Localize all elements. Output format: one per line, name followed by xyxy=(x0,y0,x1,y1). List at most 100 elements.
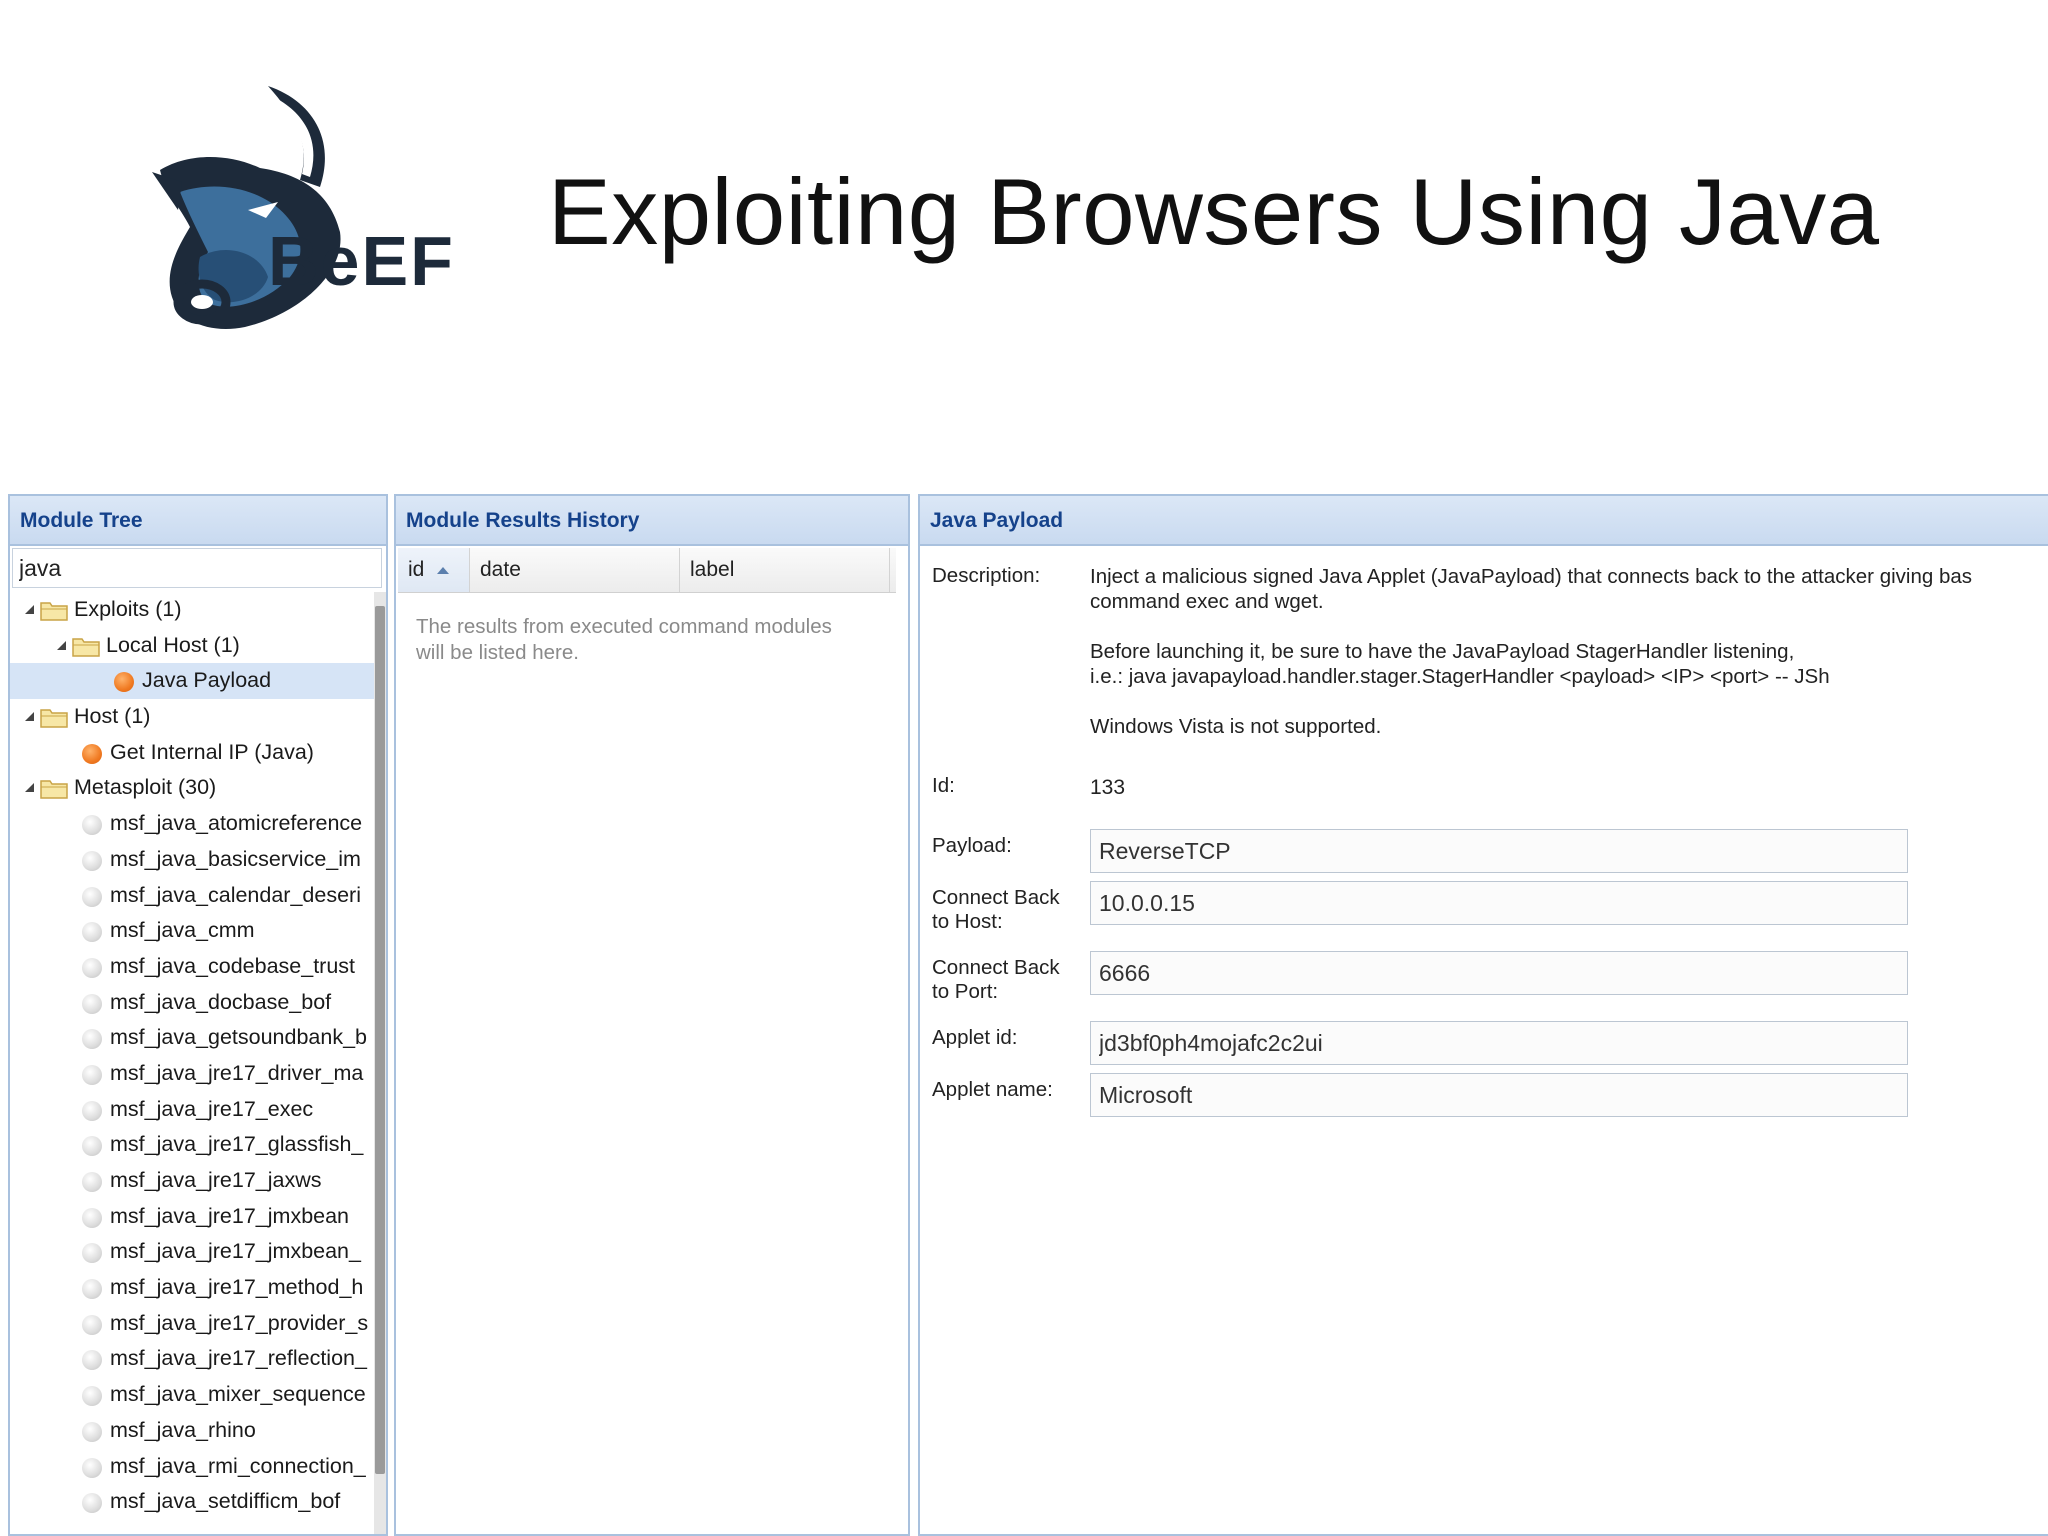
tree-item-label: msf_java_cmm xyxy=(110,918,255,943)
status-orange-icon xyxy=(114,672,134,693)
connect-host-field[interactable] xyxy=(1090,881,1908,925)
sort-ascending-icon xyxy=(437,567,450,575)
tree-item[interactable]: msf_java_jre17_exec xyxy=(10,1092,376,1128)
tree-item[interactable]: Metasploit (30) xyxy=(10,770,376,806)
status-orange-icon xyxy=(82,743,102,764)
column-header-label[interactable]: label xyxy=(680,548,890,592)
column-header-id[interactable]: id xyxy=(398,548,470,592)
results-empty-line-2: will be listed here. xyxy=(416,641,579,664)
status-grey-icon xyxy=(82,1172,102,1192)
tree-item[interactable]: msf_java_basicservice_im xyxy=(10,842,376,878)
tree-item[interactable]: msf_java_setdifficm_bof xyxy=(10,1484,376,1520)
tree-item[interactable]: msf_java_jre17_jmxbean_ xyxy=(10,1234,376,1270)
tree-scrollbar[interactable] xyxy=(374,592,386,1534)
tree-item[interactable]: msf_java_rmi_connection_ xyxy=(10,1449,376,1485)
tree-item[interactable]: Java Payload xyxy=(10,663,376,700)
tree-item-label: Metasploit (30) xyxy=(74,775,217,800)
folder-icon xyxy=(72,634,100,658)
module-description: Inject a malicious signed Java Applet (J… xyxy=(1090,564,1972,739)
tree-item[interactable]: msf_java_codebase_trust xyxy=(10,949,376,985)
tree-scrollbar-thumb[interactable] xyxy=(375,606,385,1474)
tree-item[interactable]: msf_java_jre17_glassfish_ xyxy=(10,1127,376,1163)
status-grey-icon xyxy=(82,1421,102,1442)
java-payload-panel: Java Payload Description: Inject a malic… xyxy=(918,494,2048,1536)
tree-item[interactable]: Local Host (1) xyxy=(10,628,376,664)
status-grey-icon xyxy=(82,957,102,978)
tree-item[interactable]: msf_java_cmm xyxy=(10,913,376,949)
tree-item-label: Local Host (1) xyxy=(106,632,240,657)
tree-item-label: msf_java_calendar_deseri xyxy=(110,882,361,907)
tree-item[interactable]: msf_java_jre17_provider_s xyxy=(10,1306,376,1342)
tree-item[interactable]: Get Internal IP (Java) xyxy=(10,735,376,771)
module-tree: Exploits (1) Local Host (1) Java Payload Ho… xyxy=(10,592,376,1534)
results-empty-line-1: The results from executed command module… xyxy=(416,615,832,638)
module-results-panel: Module Results History id date label The… xyxy=(394,494,910,1536)
module-tree-panel: Module Tree Exploits (1) Local Host (1) Ja… xyxy=(8,494,388,1536)
applet-name-label: Applet name: xyxy=(932,1078,1053,1101)
payload-field[interactable] xyxy=(1090,829,1908,873)
tree-item[interactable]: msf_java_calendar_deseri xyxy=(10,878,376,914)
tree-item[interactable]: msf_java_jre17_jaxws xyxy=(10,1163,376,1199)
tree-item[interactable]: msf_java_rhino xyxy=(10,1413,376,1449)
module-search-input[interactable] xyxy=(12,548,382,588)
expand-arrow-icon[interactable] xyxy=(22,699,36,735)
module-results-header: Module Results History xyxy=(396,496,908,546)
tree-item[interactable]: msf_java_jre17_reflection_ xyxy=(10,1341,376,1377)
folder-icon xyxy=(40,598,68,622)
tree-item[interactable]: msf_java_getsoundbank_b xyxy=(10,1020,376,1056)
connect-host-label: Connect Back to Host: xyxy=(932,886,1060,934)
description-line-1: Inject a malicious signed Java Applet (J… xyxy=(1090,565,1973,588)
expand-arrow-icon[interactable] xyxy=(54,628,68,664)
tree-item-label: msf_java_mixer_sequence xyxy=(110,1382,366,1407)
status-grey-icon xyxy=(82,1386,102,1407)
tree-item[interactable]: Host (1) xyxy=(10,699,376,735)
tree-item-label: msf_java_jre17_jaxws xyxy=(110,1168,322,1192)
status-grey-icon xyxy=(82,886,102,907)
tree-item[interactable]: msf_java_jre17_jmxbean xyxy=(10,1199,376,1235)
slide-header: BeEF Exploiting Browsers Using Java xyxy=(0,0,2048,480)
results-empty-message: The results from executed command module… xyxy=(416,614,896,666)
tree-item-label: msf_java_getsoundbank_b xyxy=(110,1025,367,1050)
expand-arrow-icon[interactable] xyxy=(22,592,36,628)
tree-item[interactable]: Exploits (1) xyxy=(10,592,376,628)
tree-item-label: msf_java_basicservice_im xyxy=(110,846,361,871)
module-tree-header: Module Tree xyxy=(10,496,386,546)
tree-item-label: msf_java_jre17_exec xyxy=(110,1096,314,1121)
tree-item[interactable]: msf_java_jre17_driver_ma xyxy=(10,1056,376,1092)
column-header-id-label: id xyxy=(408,558,425,581)
applet-name-field[interactable] xyxy=(1090,1073,1908,1117)
results-grid-header: id date label xyxy=(398,548,896,593)
description-line-5: Windows Vista is not supported. xyxy=(1090,715,1382,738)
applet-id-field[interactable] xyxy=(1090,1021,1908,1065)
folder-icon xyxy=(40,705,68,729)
column-header-date-label: date xyxy=(480,558,521,581)
column-header-date[interactable]: date xyxy=(470,548,680,592)
connect-host-label-line-2: to Host: xyxy=(932,910,1003,933)
tree-item-label: msf_java_jre17_glassfish_ xyxy=(110,1132,364,1157)
tree-item-label: msf_java_rhino xyxy=(110,1417,256,1442)
description-line-3: Before launching it, be sure to have the… xyxy=(1090,640,1795,663)
status-grey-icon xyxy=(82,993,102,1014)
connect-port-field[interactable] xyxy=(1090,951,1908,995)
tree-item[interactable]: msf_java_atomicreference xyxy=(10,806,376,842)
tree-item[interactable]: msf_java_docbase_bof xyxy=(10,985,376,1021)
status-grey-icon xyxy=(82,1314,102,1335)
description-line-4: i.e.: java javapayload.handler.stager.St… xyxy=(1090,665,1830,688)
connect-host-label-line-1: Connect Back xyxy=(932,886,1060,909)
folder-icon xyxy=(40,776,68,800)
tree-item-label: msf_java_jre17_driver_ma xyxy=(110,1060,364,1085)
tree-item-label: Java Payload xyxy=(142,668,272,693)
column-header-label-label: label xyxy=(690,558,735,581)
status-grey-icon xyxy=(82,1243,102,1264)
status-grey-icon xyxy=(82,1136,102,1157)
tree-item[interactable]: msf_java_jre17_method_h xyxy=(10,1270,376,1306)
status-grey-icon xyxy=(82,1493,102,1514)
status-grey-icon xyxy=(82,850,102,871)
status-grey-icon xyxy=(82,815,102,836)
tree-item-label: msf_java_jre17_provider_s xyxy=(110,1310,369,1335)
tree-item-label: Exploits (1) xyxy=(74,597,182,621)
tree-item[interactable]: msf_java_mixer_sequence xyxy=(10,1377,376,1413)
tree-item-label: msf_java_setdifficm_bof xyxy=(110,1489,341,1514)
beef-logo: BeEF xyxy=(152,86,453,329)
expand-arrow-icon[interactable] xyxy=(22,770,36,806)
